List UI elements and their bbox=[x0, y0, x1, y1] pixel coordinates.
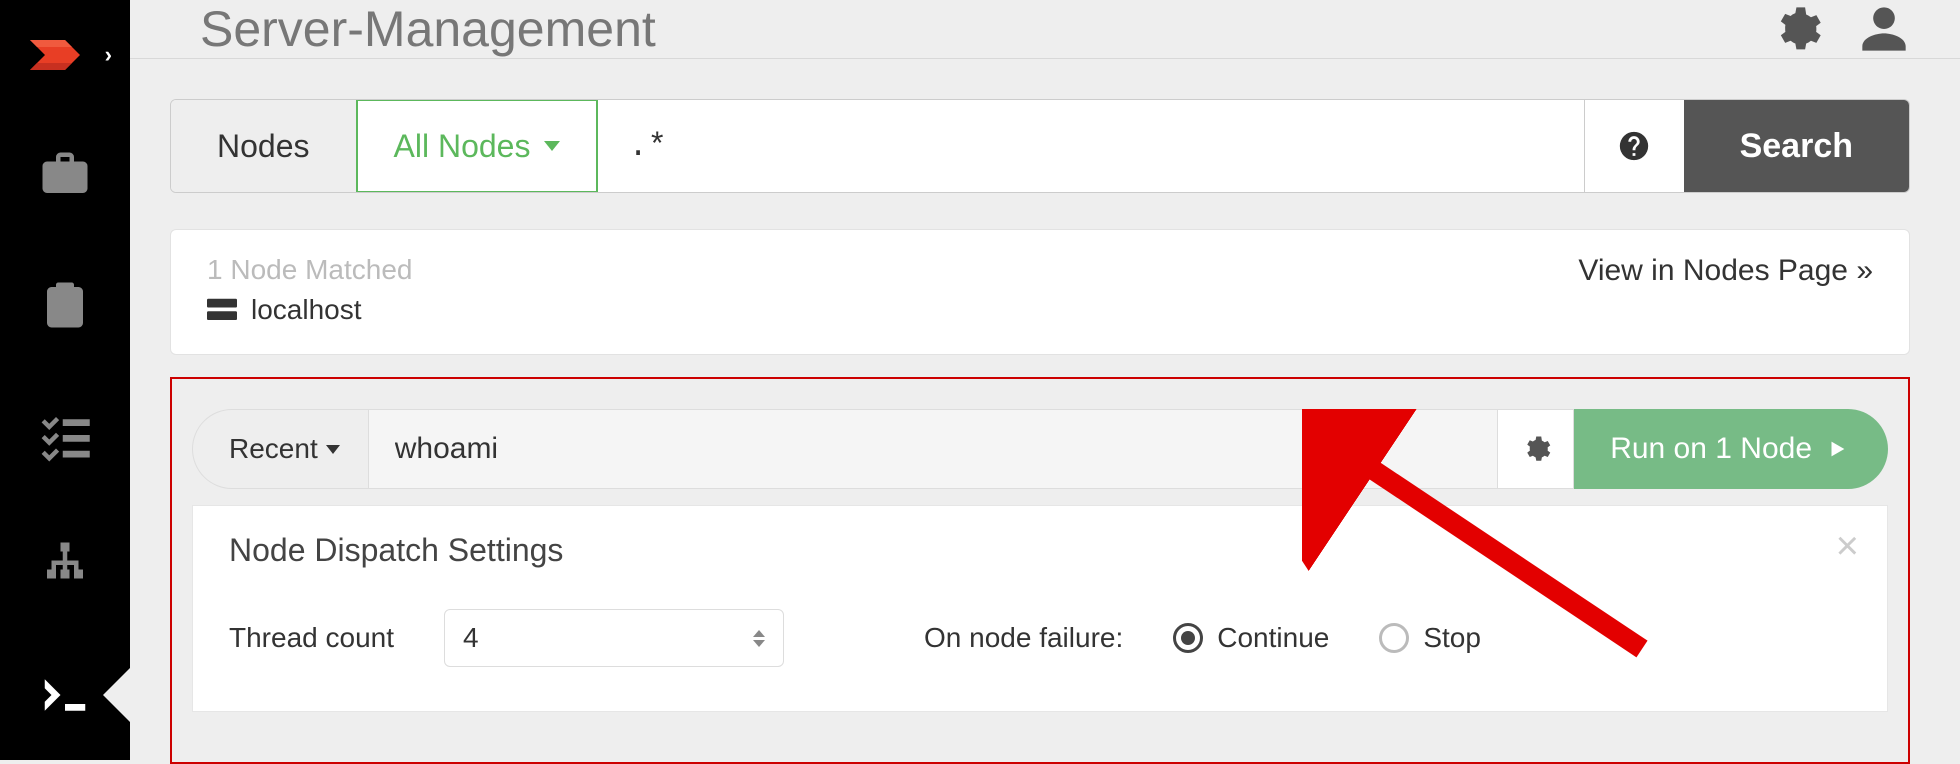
radio-unchecked-icon bbox=[1379, 623, 1409, 653]
checklist-icon bbox=[38, 408, 92, 462]
app-logo[interactable]: › bbox=[0, 0, 130, 110]
sidebar-item-jobs[interactable] bbox=[0, 240, 130, 370]
search-button[interactable]: Search bbox=[1684, 100, 1909, 192]
continue-label: Continue bbox=[1217, 622, 1329, 654]
clipboard-icon bbox=[38, 278, 92, 332]
caret-down-icon bbox=[544, 141, 560, 151]
run-command-button[interactable]: Run on 1 Node bbox=[1574, 409, 1888, 489]
logo-icon bbox=[30, 30, 100, 80]
filter-pattern-input[interactable] bbox=[598, 100, 1583, 192]
header: Server-Management bbox=[130, 0, 1960, 59]
user-icon[interactable] bbox=[1858, 3, 1910, 55]
dispatch-settings-panel: Node Dispatch Settings × Thread count 4 … bbox=[192, 505, 1888, 712]
radio-checked-icon bbox=[1173, 623, 1203, 653]
matched-nodes-panel: 1 Node Matched localhost View in Nodes P… bbox=[170, 229, 1910, 355]
sitemap-icon bbox=[38, 538, 92, 592]
filter-scope-dropdown[interactable]: All Nodes bbox=[356, 99, 599, 193]
stop-label: Stop bbox=[1423, 622, 1481, 654]
matched-host-name: localhost bbox=[251, 294, 362, 326]
stepper-arrows-icon bbox=[753, 630, 765, 647]
terminal-icon bbox=[38, 668, 92, 722]
close-dispatch-button[interactable]: × bbox=[1836, 526, 1859, 566]
node-filter-bar: Nodes All Nodes Search bbox=[170, 99, 1910, 193]
recent-commands-dropdown[interactable]: Recent bbox=[192, 409, 369, 489]
sidebar-item-projects[interactable] bbox=[0, 110, 130, 240]
briefcase-icon bbox=[38, 148, 92, 202]
filter-help-button[interactable] bbox=[1584, 100, 1684, 192]
sidebar: › bbox=[0, 0, 130, 760]
thread-count-stepper[interactable]: 4 bbox=[444, 609, 784, 667]
filter-label: Nodes bbox=[171, 100, 357, 192]
dispatch-title: Node Dispatch Settings bbox=[229, 532, 1851, 569]
on-failure-label: On node failure: bbox=[924, 622, 1123, 654]
run-label: Run on 1 Node bbox=[1610, 432, 1812, 466]
main-content: Server-Management Nodes All Nodes Search bbox=[130, 0, 1960, 760]
page-title: Server-Management bbox=[200, 0, 1770, 58]
gear-icon[interactable] bbox=[1770, 3, 1822, 55]
failure-stop-radio[interactable]: Stop bbox=[1379, 622, 1481, 654]
command-input[interactable] bbox=[369, 409, 1498, 489]
recent-label: Recent bbox=[229, 433, 318, 465]
matched-host: localhost bbox=[207, 294, 1873, 326]
filter-scope-value: All Nodes bbox=[394, 128, 531, 165]
gear-icon bbox=[1521, 434, 1551, 464]
caret-down-icon bbox=[326, 445, 340, 454]
server-icon bbox=[207, 298, 237, 322]
sidebar-item-activity[interactable] bbox=[0, 370, 130, 500]
sidebar-item-nodes[interactable] bbox=[0, 500, 130, 630]
sidebar-item-commands[interactable] bbox=[0, 630, 130, 760]
thread-count-value: 4 bbox=[463, 622, 479, 654]
command-section: Recent Run on 1 Node Node Dispatch Setti… bbox=[170, 377, 1910, 764]
view-nodes-link[interactable]: View in Nodes Page » bbox=[1578, 254, 1873, 288]
dispatch-settings-button[interactable] bbox=[1498, 409, 1574, 489]
play-icon bbox=[1826, 438, 1848, 460]
chevron-right-icon: › bbox=[105, 42, 112, 68]
failure-continue-radio[interactable]: Continue bbox=[1173, 622, 1329, 654]
help-icon bbox=[1617, 129, 1651, 163]
thread-count-label: Thread count bbox=[229, 622, 394, 654]
command-bar: Recent Run on 1 Node bbox=[192, 409, 1888, 489]
